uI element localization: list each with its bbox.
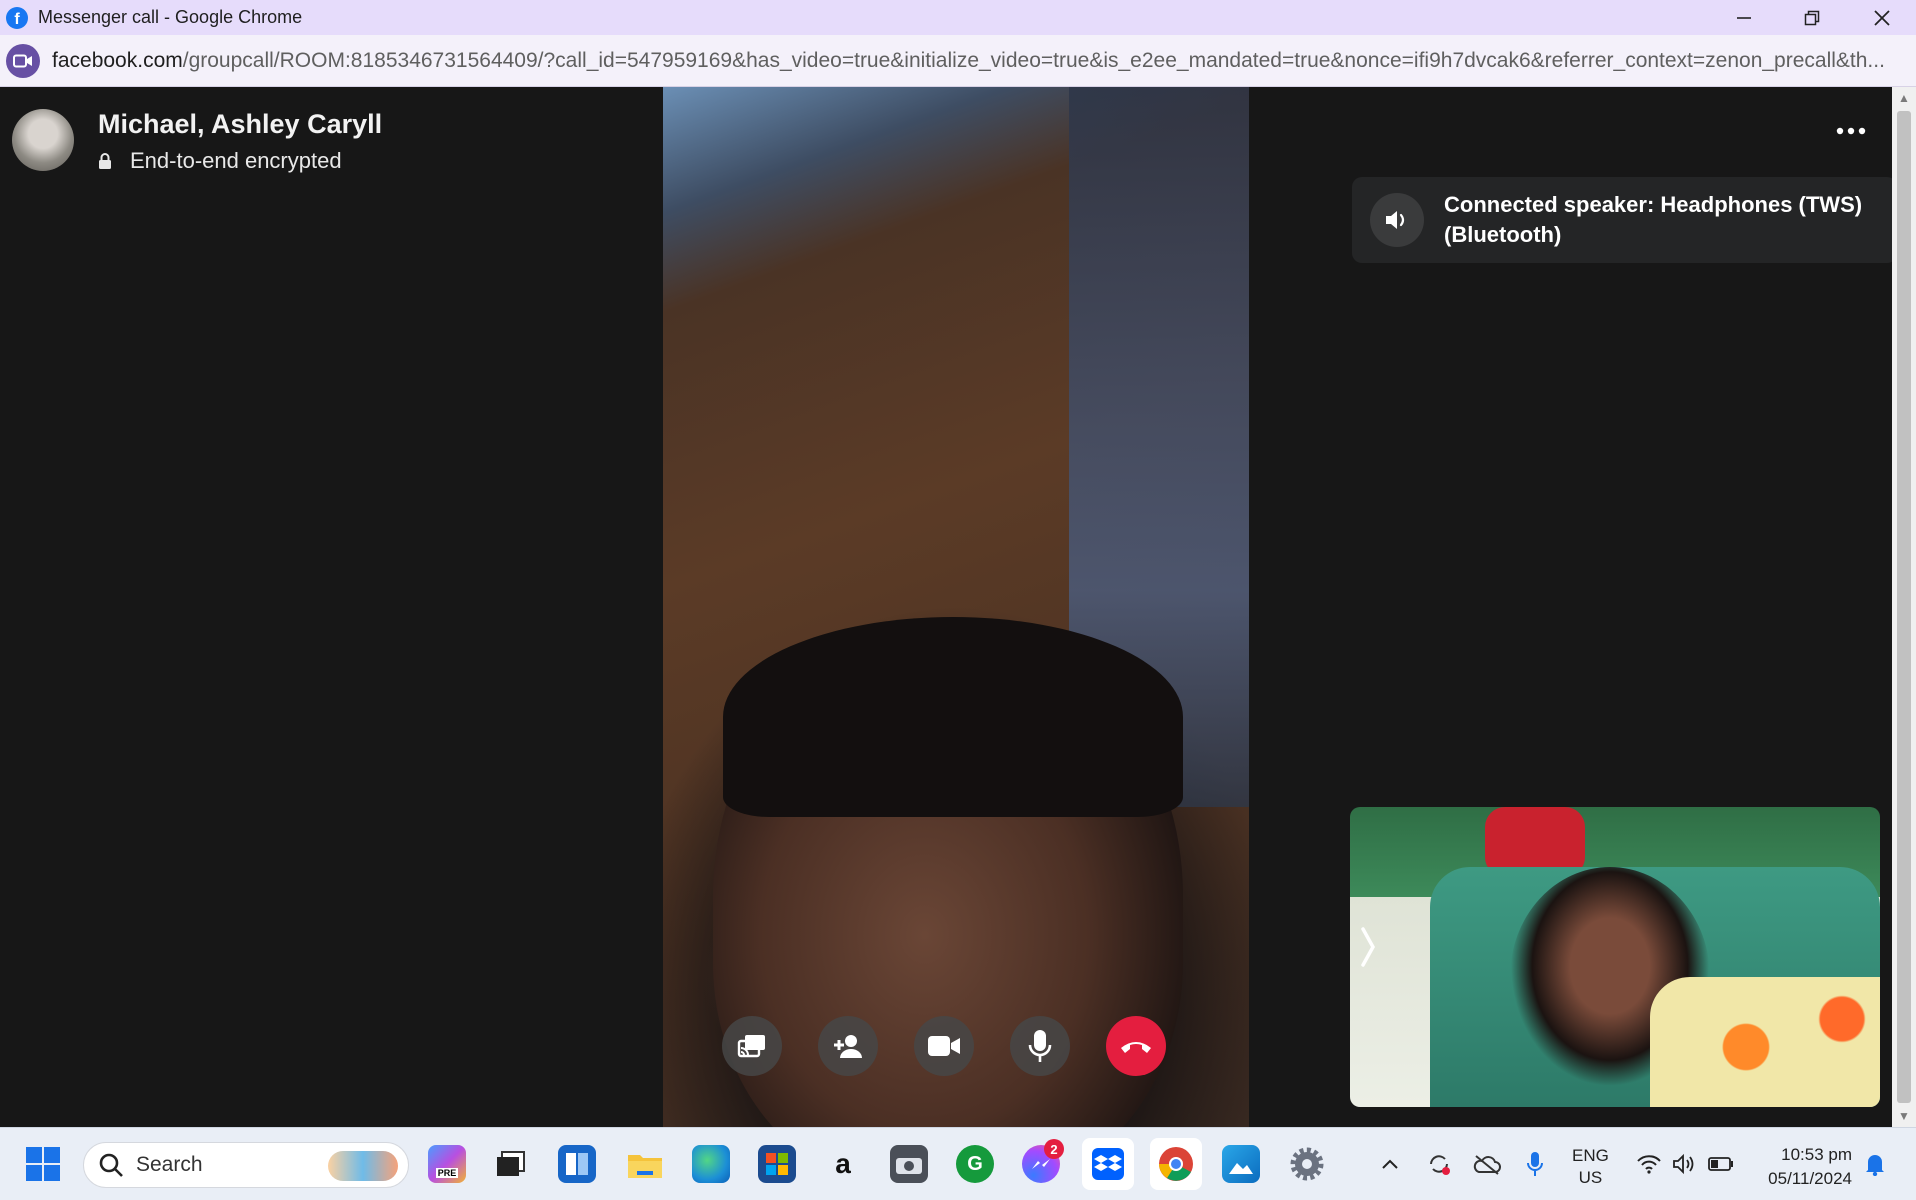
language-indicator[interactable]: ENG US [1572,1145,1609,1189]
remote-video [663,87,1249,1127]
call-title: Michael, Ashley Caryll [98,109,383,139]
messenger-badge: 2 [1044,1139,1064,1159]
start-button[interactable] [24,1145,62,1183]
speaker-toast-text: Connected speaker: Headphones (TWS) (Blu… [1444,192,1863,247]
call-area: Michael, Ashley Caryll End-to-end encryp… [0,87,1897,1127]
microsoft-store-icon[interactable] [758,1145,796,1183]
window-titlebar: f Messenger call - Google Chrome [0,0,1916,35]
battery-icon[interactable] [1702,1145,1740,1183]
add-person-icon [834,1035,862,1058]
more-icon [1836,127,1866,135]
notification-bell-icon[interactable] [1856,1145,1894,1183]
video-camera-icon [928,1036,960,1056]
microphone-tray-icon[interactable] [1516,1145,1554,1183]
chevron-right-icon [1361,927,1376,967]
scroll-thumb[interactable] [1897,111,1911,1103]
amazon-icon[interactable]: a [824,1145,862,1183]
restore-button[interactable] [1778,0,1846,35]
search-highlight-icon [328,1151,398,1181]
scroll-down-icon[interactable]: ▼ [1898,1109,1910,1123]
camera-icon[interactable] [890,1145,928,1183]
show-hidden-icons-button[interactable] [1371,1145,1409,1183]
lock-icon [99,153,111,169]
speaker-icon [1370,193,1424,247]
search-icon [99,1153,123,1177]
call-controls [722,1016,1166,1076]
restore-icon [1804,10,1820,25]
end-call-button[interactable] [1106,1016,1166,1076]
windows-icon [26,1147,60,1181]
onedrive-off-icon[interactable] [1468,1145,1506,1183]
task-view-icon[interactable] [492,1145,530,1183]
page-scrollbar[interactable]: ▲ ▼ [1892,87,1916,1127]
dropbox-icon [1092,1148,1124,1180]
volume-icon[interactable] [1666,1145,1704,1183]
sync-icon[interactable] [1420,1145,1458,1183]
grammarly-icon[interactable]: G [956,1145,994,1183]
encryption-label: End-to-end encrypted [130,148,342,173]
scroll-up-icon[interactable]: ▲ [1898,91,1910,105]
call-header: Michael, Ashley Caryll End-to-end encryp… [12,109,382,174]
close-window-button[interactable] [1848,0,1916,35]
edge-icon[interactable] [692,1145,730,1183]
facebook-icon: f [6,6,28,29]
widgets-icon[interactable] [558,1145,596,1183]
encryption-status: End-to-end encrypted [98,148,382,174]
video-call-site-icon[interactable] [6,43,40,78]
more-options-button[interactable] [1836,107,1866,141]
windows-taskbar: Search PRE a G 2 ENG US 10:53 pm 05/11/202… [0,1127,1916,1200]
self-video[interactable] [1350,807,1880,1107]
copilot-icon[interactable]: PRE [428,1145,466,1183]
end-call-icon [1121,1042,1151,1053]
settings-icon[interactable] [1288,1145,1326,1183]
minimize-icon [1737,16,1751,19]
microphone-button[interactable] [1010,1016,1070,1076]
video-toggle-button[interactable] [914,1016,974,1076]
window-title: Messenger call - Google Chrome [38,7,303,27]
taskbar-search[interactable]: Search [83,1142,409,1188]
avatar[interactable] [12,109,74,171]
share-screen-icon [737,1035,765,1058]
share-screen-button[interactable] [722,1016,782,1076]
chrome-taskbar-item[interactable] [1150,1138,1202,1190]
chrome-icon [1159,1147,1193,1181]
collapse-self-view-button[interactable] [1360,927,1376,977]
messenger-icon[interactable]: 2 [1022,1139,1064,1183]
photos-icon[interactable] [1222,1145,1260,1183]
add-person-button[interactable] [818,1016,878,1076]
minimize-button[interactable] [1710,0,1778,35]
file-explorer-icon[interactable] [626,1145,664,1183]
microphone-icon [1028,1030,1052,1062]
speaker-toast: Connected speaker: Headphones (TWS) (Blu… [1352,177,1897,263]
close-icon [1874,9,1890,26]
system-clock[interactable]: 10:53 pm 05/11/2024 [1756,1143,1852,1191]
wifi-icon[interactable] [1630,1145,1668,1183]
url-text[interactable]: facebook.com/groupcall/ROOM:818534673156… [52,49,1892,73]
address-bar[interactable]: facebook.com/groupcall/ROOM:818534673156… [0,35,1916,87]
dropbox-taskbar-item[interactable] [1082,1138,1134,1190]
